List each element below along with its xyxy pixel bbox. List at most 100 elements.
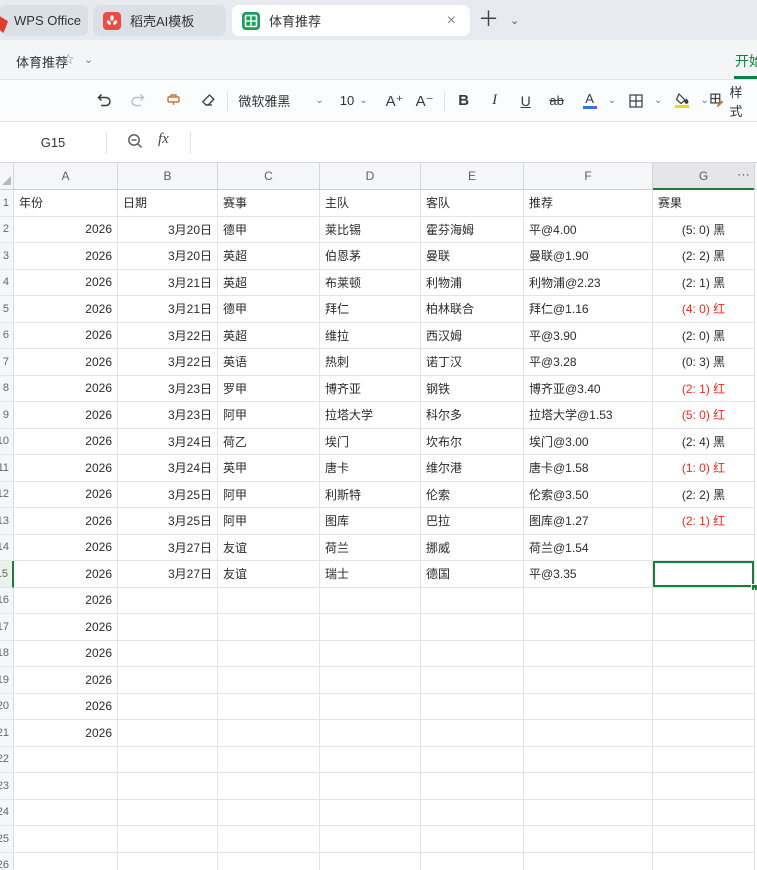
row-header-12[interactable]: 12 bbox=[0, 481, 14, 508]
underline-button[interactable]: U bbox=[513, 87, 539, 115]
font-color-button[interactable]: A bbox=[577, 87, 603, 115]
empty-cell[interactable] bbox=[653, 640, 755, 667]
league-cell[interactable]: 阿甲 bbox=[218, 402, 320, 429]
new-tab-button[interactable]: ＋ bbox=[478, 7, 499, 33]
empty-cell[interactable] bbox=[421, 773, 524, 800]
tip-cell[interactable]: 平@3.28 bbox=[524, 349, 653, 376]
empty-cell[interactable] bbox=[421, 667, 524, 694]
result-cell[interactable]: (2: 0) 黑 bbox=[653, 322, 755, 349]
result-cell[interactable]: (2: 4) 黑 bbox=[653, 428, 755, 455]
date-cell[interactable]: 3月24日 bbox=[118, 428, 218, 455]
field-header-cell[interactable]: 客队 bbox=[421, 190, 524, 217]
row-header-20[interactable]: 20 bbox=[0, 693, 14, 720]
close-icon[interactable]: × bbox=[443, 11, 460, 31]
year-cell[interactable]: 2026 bbox=[14, 561, 118, 588]
date-cell[interactable]: 3月25日 bbox=[118, 508, 218, 535]
year-cell[interactable]: 2026 bbox=[14, 216, 118, 243]
result-cell[interactable]: (2: 1) 红 bbox=[653, 508, 755, 535]
row-header-22[interactable]: 22 bbox=[0, 746, 14, 773]
league-cell[interactable]: 英超 bbox=[218, 243, 320, 270]
row-header-17[interactable]: 17 bbox=[0, 614, 14, 641]
format-painter-icon[interactable] bbox=[160, 87, 186, 115]
font-size-select[interactable]: 10 ⌄ bbox=[336, 93, 372, 108]
league-cell[interactable]: 德甲 bbox=[218, 296, 320, 323]
empty-cell[interactable] bbox=[421, 852, 524, 870]
home-team-cell[interactable]: 伯恩茅 bbox=[320, 243, 421, 270]
empty-cell[interactable] bbox=[218, 799, 320, 826]
empty-cell[interactable] bbox=[118, 693, 218, 720]
away-team-cell[interactable]: 曼联 bbox=[421, 243, 524, 270]
empty-cell[interactable] bbox=[320, 693, 421, 720]
row-header-25[interactable]: 25 bbox=[0, 826, 14, 853]
date-cell[interactable]: 3月21日 bbox=[118, 269, 218, 296]
column-header-C[interactable]: C bbox=[218, 163, 320, 189]
empty-cell[interactable] bbox=[118, 746, 218, 773]
empty-cell[interactable] bbox=[653, 720, 755, 747]
empty-cell[interactable] bbox=[524, 640, 653, 667]
select-all-corner[interactable] bbox=[0, 163, 14, 189]
empty-cell[interactable] bbox=[320, 799, 421, 826]
date-cell[interactable]: 3月23日 bbox=[118, 402, 218, 429]
field-header-cell[interactable]: 主队 bbox=[320, 190, 421, 217]
row-header-18[interactable]: 18 bbox=[0, 640, 14, 667]
empty-cell[interactable] bbox=[524, 720, 653, 747]
year-cell[interactable]: 2026 bbox=[14, 375, 118, 402]
year-cell[interactable]: 2026 bbox=[14, 243, 118, 270]
browser-tab-docer-ai[interactable]: 稻壳AI模板 bbox=[93, 5, 226, 36]
empty-cell[interactable] bbox=[320, 852, 421, 870]
year-cell[interactable]: 2026 bbox=[14, 349, 118, 376]
empty-cell[interactable] bbox=[421, 826, 524, 853]
empty-cell[interactable] bbox=[524, 746, 653, 773]
empty-cell[interactable] bbox=[421, 587, 524, 614]
result-cell[interactable] bbox=[653, 534, 755, 561]
empty-cell[interactable] bbox=[524, 826, 653, 853]
year-cell[interactable]: 2026 bbox=[14, 481, 118, 508]
league-cell[interactable]: 罗甲 bbox=[218, 375, 320, 402]
strikethrough-button[interactable]: ab bbox=[544, 87, 570, 115]
league-cell[interactable]: 德甲 bbox=[218, 216, 320, 243]
cell-reference-box[interactable]: G15 bbox=[0, 122, 106, 163]
empty-cell[interactable] bbox=[320, 746, 421, 773]
empty-cell[interactable] bbox=[118, 614, 218, 641]
empty-cell[interactable] bbox=[118, 667, 218, 694]
tip-cell[interactable]: 图库@1.27 bbox=[524, 508, 653, 535]
empty-cell[interactable] bbox=[524, 852, 653, 870]
result-cell[interactable]: (2: 1) 红 bbox=[653, 375, 755, 402]
empty-cell[interactable] bbox=[421, 799, 524, 826]
column-header-B[interactable]: B bbox=[118, 163, 218, 189]
empty-cell[interactable] bbox=[524, 587, 653, 614]
year-cell[interactable]: 2026 bbox=[14, 322, 118, 349]
year-cell[interactable]: 2026 bbox=[14, 296, 118, 323]
tip-cell[interactable]: 平@4.00 bbox=[524, 216, 653, 243]
empty-cell[interactable] bbox=[320, 667, 421, 694]
result-cell[interactable]: (1: 0) 红 bbox=[653, 455, 755, 482]
empty-cell[interactable] bbox=[653, 614, 755, 641]
date-cell[interactable]: 3月25日 bbox=[118, 481, 218, 508]
row-header-2[interactable]: 2 bbox=[0, 216, 14, 243]
year-cell[interactable]: 2026 bbox=[14, 508, 118, 535]
cell-style-button[interactable]: 样式 bbox=[709, 82, 757, 120]
row-header-11[interactable]: 11 bbox=[0, 455, 14, 482]
empty-cell[interactable] bbox=[218, 693, 320, 720]
empty-cell[interactable] bbox=[653, 799, 755, 826]
date-cell[interactable]: 3月24日 bbox=[118, 455, 218, 482]
row-header-9[interactable]: 9 bbox=[0, 402, 14, 429]
result-cell[interactable]: (2: 2) 黑 bbox=[653, 243, 755, 270]
home-team-cell[interactable]: 布莱顿 bbox=[320, 269, 421, 296]
undo-button[interactable] bbox=[90, 87, 116, 115]
home-team-cell[interactable]: 莱比锡 bbox=[320, 216, 421, 243]
fill-color-chevron-icon[interactable]: ⌄ bbox=[700, 95, 708, 106]
league-cell[interactable]: 阿甲 bbox=[218, 481, 320, 508]
away-team-cell[interactable]: 钢铁 bbox=[421, 375, 524, 402]
away-team-cell[interactable]: 科尔多 bbox=[421, 402, 524, 429]
empty-cell[interactable] bbox=[320, 773, 421, 800]
empty-cell[interactable] bbox=[320, 587, 421, 614]
empty-cell[interactable] bbox=[421, 746, 524, 773]
empty-cell[interactable] bbox=[118, 826, 218, 853]
italic-button[interactable]: I bbox=[482, 87, 508, 115]
empty-cell[interactable] bbox=[218, 614, 320, 641]
away-team-cell[interactable]: 德国 bbox=[421, 561, 524, 588]
date-cell[interactable]: 3月22日 bbox=[118, 322, 218, 349]
field-header-cell[interactable]: 年份 bbox=[14, 190, 118, 217]
borders-button[interactable] bbox=[623, 87, 649, 115]
